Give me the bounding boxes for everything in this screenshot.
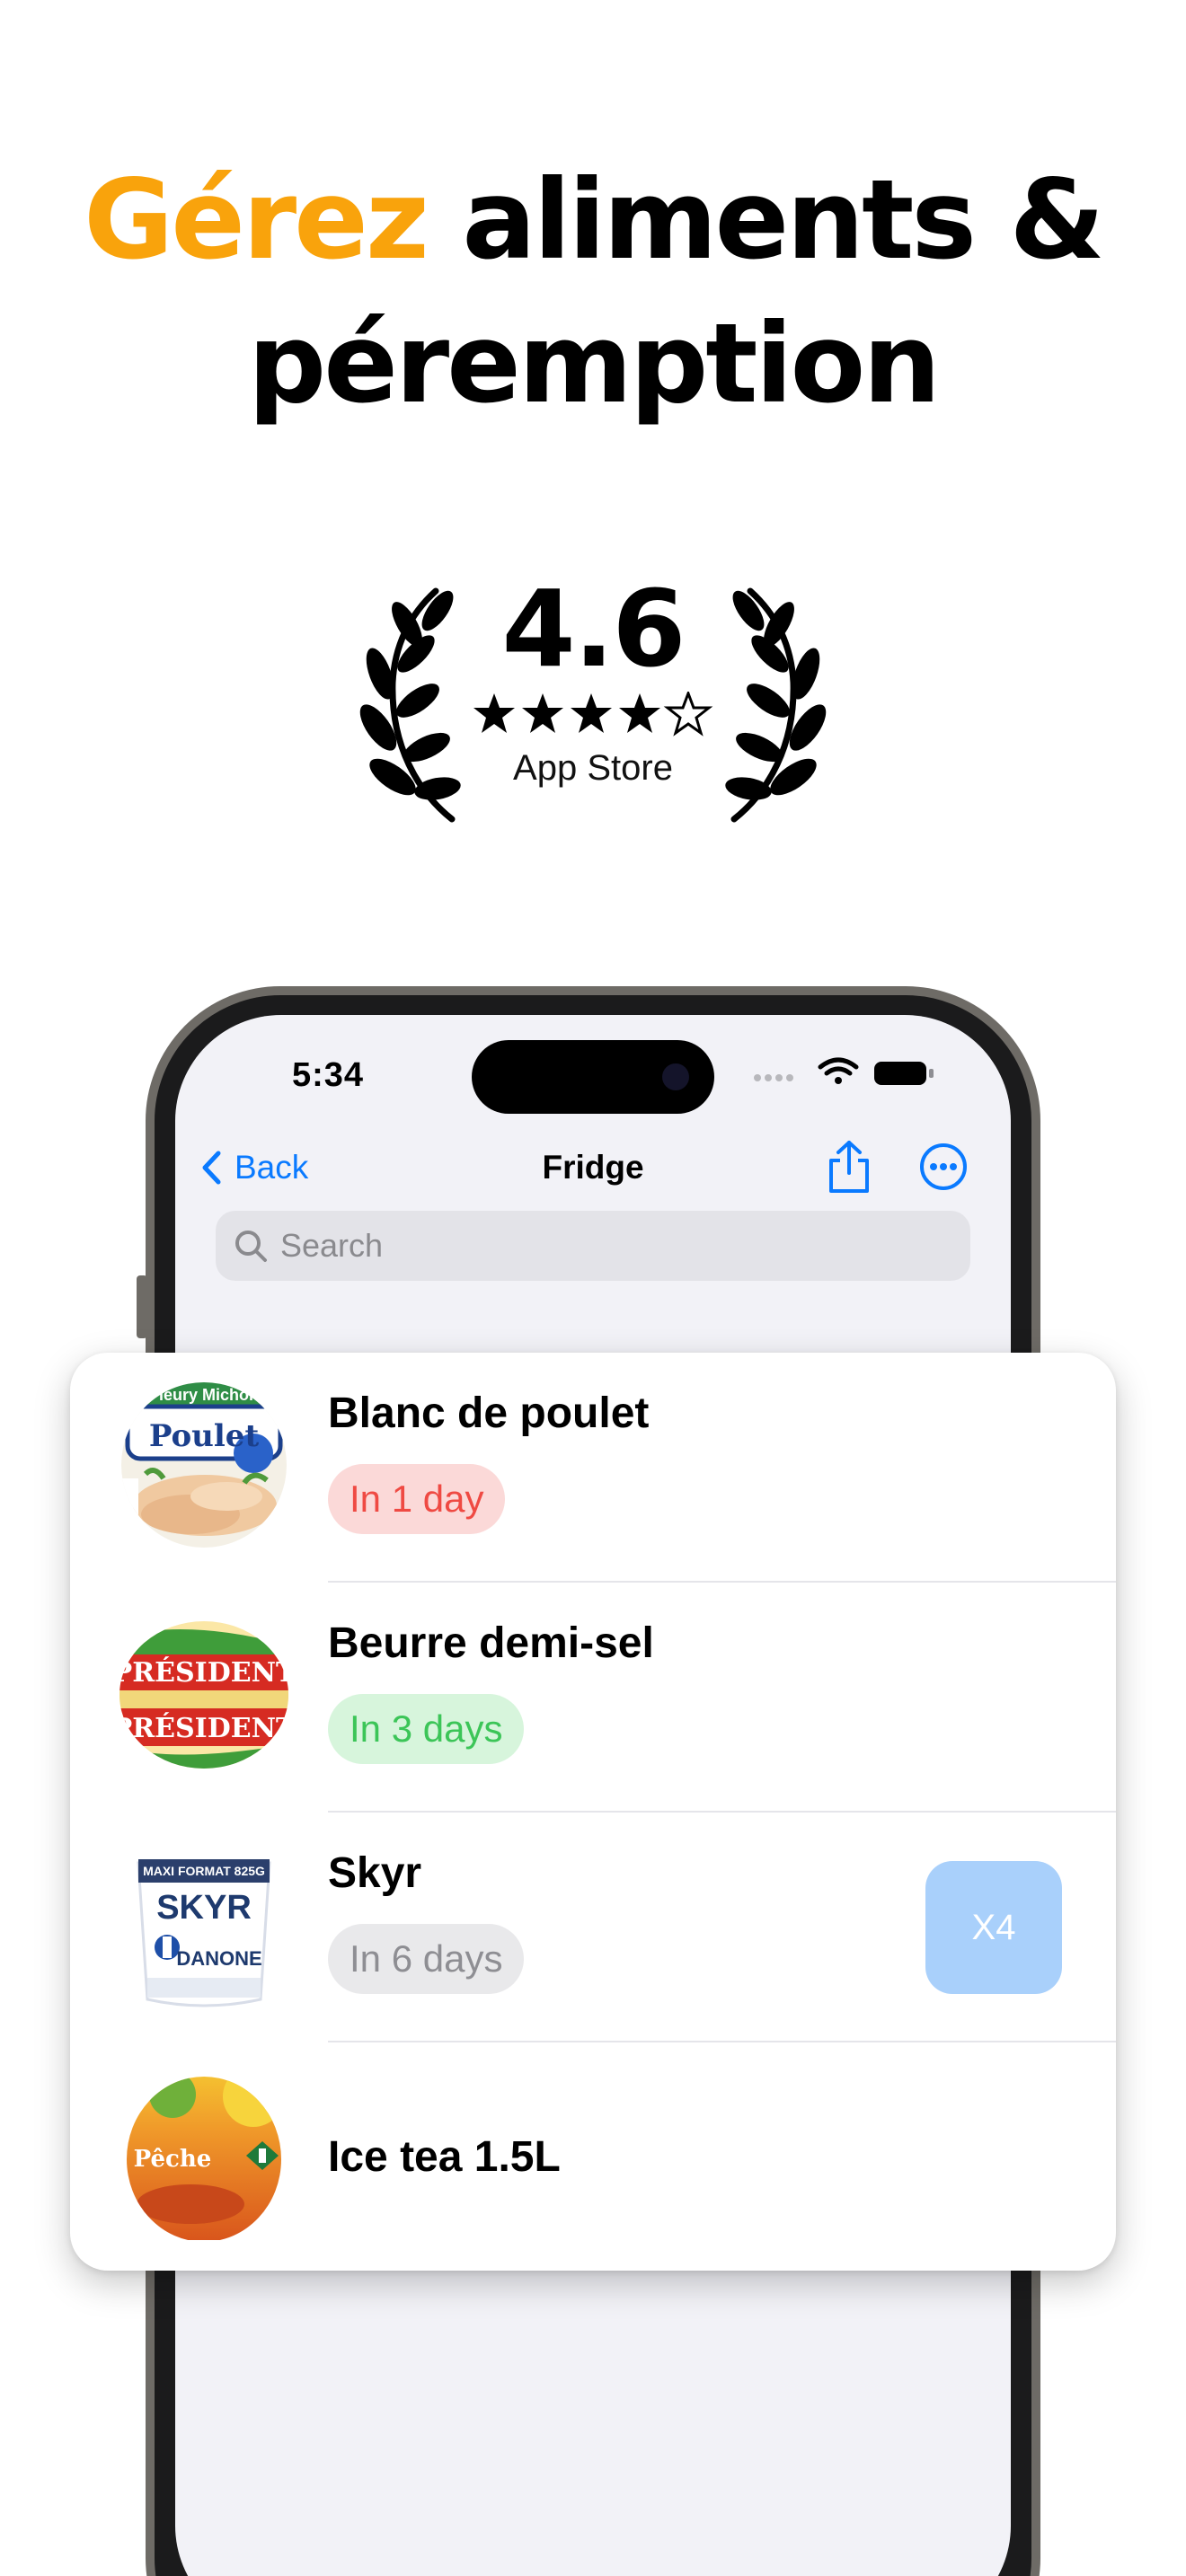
product-image-skyr: MAXI FORMAT 825G SKYR DANONE <box>137 1859 271 2007</box>
expiry-badge: In 3 days <box>328 1694 525 1764</box>
quantity-badge: X4 <box>925 1861 1062 1994</box>
list-item[interactable]: MAXI FORMAT 825G SKYR DANONE Skyr In 6 d… <box>70 1813 1116 2042</box>
wifi-icon <box>818 1057 859 1084</box>
star-rating-icon <box>474 692 711 735</box>
headline-rest: aliments & <box>426 156 1104 284</box>
expiry-badge: In 1 day <box>328 1464 506 1534</box>
item-name: Ice tea 1.5L <box>328 2133 561 2181</box>
battery-icon <box>874 1062 934 1085</box>
product-image-icetea: Pêche <box>127 2077 281 2240</box>
dynamic-island <box>472 1040 714 1114</box>
search-input[interactable] <box>279 1226 911 1266</box>
item-name: Beurre demi-sel <box>328 1619 654 1667</box>
headline-accent: Gérez <box>84 156 429 284</box>
rating-badge: 4.6 App Store <box>355 566 831 826</box>
icetea-flavor-label: Pêche <box>134 2146 212 2173</box>
search-bar[interactable] <box>216 1211 970 1281</box>
beurre-brand-label-bottom: PRÉSIDENT <box>119 1712 289 1744</box>
nav-title: Fridge <box>542 1149 644 1186</box>
headline-line-2: péremption <box>247 300 941 428</box>
status-time: 5:34 <box>292 1056 365 1094</box>
poulet-name-label: Poulet <box>149 1418 260 1454</box>
skyr-format-label: MAXI FORMAT 825G <box>143 1864 265 1878</box>
list-item[interactable]: Pêche Ice tea 1.5L <box>70 2042 1116 2271</box>
laurel-right-icon <box>725 587 827 823</box>
status-icons <box>754 1057 934 1085</box>
product-image-poulet: Fleury Michon Poulet <box>121 1382 287 1548</box>
headline-line-1: Gérez aliments & <box>0 148 1186 292</box>
poulet-brand-label: Fleury Michon <box>149 1386 259 1404</box>
food-list: Fleury Michon Poulet Blanc de poulet In … <box>70 1353 1116 2271</box>
list-item[interactable]: Fleury Michon Poulet Blanc de poulet In … <box>70 1353 1116 1583</box>
item-name: Skyr <box>328 1849 422 1897</box>
skyr-brand-label: DANONE <box>176 1947 261 1970</box>
share-icon[interactable] <box>824 1139 874 1195</box>
skyr-name-label: SKYR <box>156 1889 252 1927</box>
cellular-signal-icon <box>754 1074 793 1081</box>
list-item[interactable]: PRÉSIDENT PRÉSIDENT Beurre demi-sel In 3… <box>70 1583 1116 1813</box>
camera-icon <box>662 1063 689 1090</box>
product-image-beurre: PRÉSIDENT PRÉSIDENT <box>119 1621 289 1769</box>
headline: Gérez aliments & péremption <box>0 148 1186 436</box>
item-name: Blanc de poulet <box>328 1389 650 1437</box>
beurre-brand-label-top: PRÉSIDENT <box>119 1656 289 1689</box>
ellipsis-circle-icon[interactable] <box>919 1142 968 1191</box>
expiry-badge: In 6 days <box>328 1924 525 1994</box>
magnifier-icon <box>235 1231 267 1262</box>
